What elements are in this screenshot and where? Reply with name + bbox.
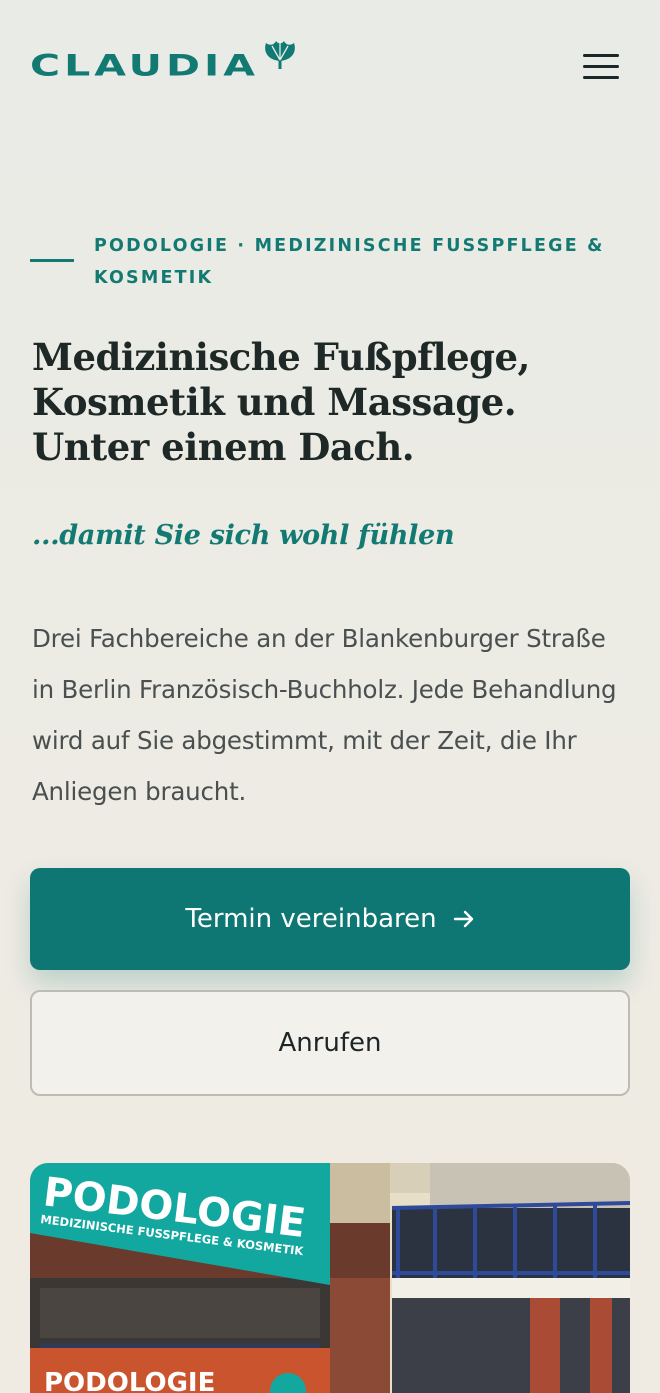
- call-label: Anrufen: [278, 1028, 382, 1058]
- book-appointment-button[interactable]: Termin vereinbaren: [30, 868, 630, 970]
- logo[interactable]: CLAUDIA: [30, 40, 340, 94]
- storefront-photo: PODOLOGIE MEDIZINISCHE FUSSPFLEGE & KOSM…: [30, 1163, 630, 1393]
- logo-wordmark: CLAUDIA: [30, 48, 259, 83]
- call-button[interactable]: Anrufen: [30, 990, 630, 1096]
- hamburger-menu-icon[interactable]: [580, 48, 622, 84]
- storefront-illustration: PODOLOGIE MEDIZINISCHE FUSSPFLEGE & KOSM…: [30, 1163, 630, 1393]
- eyebrow-divider: [30, 259, 74, 262]
- menu-line: [583, 75, 619, 79]
- site-header: CLAUDIA: [0, 0, 660, 130]
- tagline: ...damit Sie sich wohl fühlen: [32, 520, 455, 551]
- menu-line: [583, 64, 619, 68]
- intro-text: Drei Fachbereiche an der Blankenburger S…: [32, 624, 617, 806]
- book-appointment-label: Termin vereinbaren: [185, 904, 437, 934]
- eyebrow-text: Podologie · Medizinische Fusspflege & Ko…: [94, 236, 605, 288]
- menu-line: [583, 53, 619, 57]
- arrow-right-icon: [453, 910, 473, 928]
- ginkgo-leaf-icon: [265, 41, 295, 69]
- page-title: Medizinische Fußpflege, Kosmetik und Mas…: [32, 335, 530, 469]
- window-sign-text: PODOLOGIE: [44, 1368, 215, 1393]
